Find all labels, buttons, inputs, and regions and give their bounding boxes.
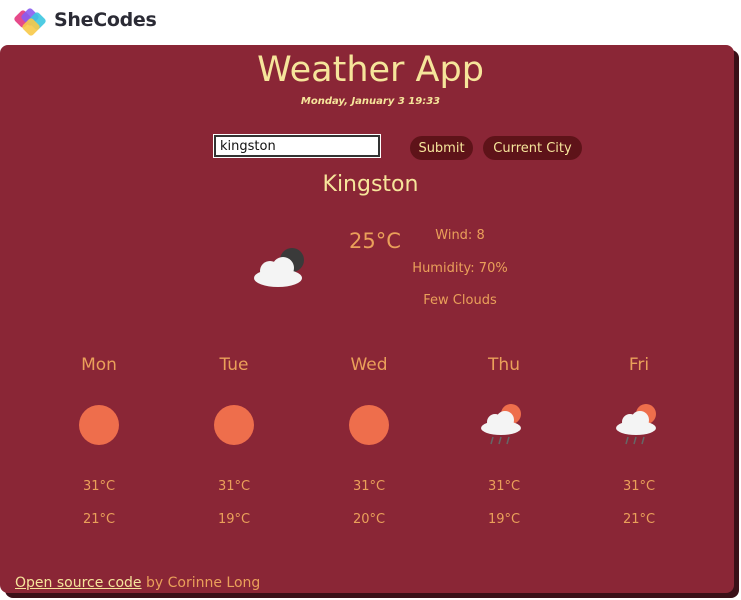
weather-description: Few Clouds bbox=[423, 293, 497, 308]
forecast-max-temp: 31°C bbox=[217, 479, 251, 494]
sun-icon bbox=[349, 405, 389, 445]
wind-speed: Wind: 8 bbox=[435, 228, 485, 243]
sun-icon bbox=[214, 405, 254, 445]
forecast-max-temp: 31°C bbox=[487, 479, 521, 494]
forecast-day: Mon 31°C 21°C bbox=[49, 355, 149, 527]
forecast-day-name: Tue bbox=[219, 355, 249, 375]
shecodes-logo-icon bbox=[14, 8, 46, 36]
forecast-min-temp: 19°C bbox=[217, 512, 251, 527]
current-city-button[interactable]: Current City bbox=[483, 136, 582, 160]
few-clouds-night-icon bbox=[254, 248, 304, 287]
forecast-day: Fri 31°C 21°C bbox=[589, 355, 689, 527]
city-search-input[interactable] bbox=[213, 134, 381, 158]
forecast-min-temp: 19°C bbox=[487, 512, 521, 527]
rain-cloud-sun-icon bbox=[616, 404, 656, 445]
forecast-day: Wed 31°C 20°C bbox=[319, 355, 419, 527]
sun-icon bbox=[79, 405, 119, 445]
forecast-min-temp: 21°C bbox=[622, 512, 656, 527]
submit-button[interactable]: Submit bbox=[410, 136, 473, 160]
forecast-max-temp: 31°C bbox=[352, 479, 386, 494]
forecast-day: Tue 31°C 19°C bbox=[184, 355, 284, 527]
rain-cloud-sun-icon bbox=[481, 404, 521, 445]
app-title: Weather App bbox=[257, 50, 484, 90]
forecast-day-name: Thu bbox=[488, 355, 520, 375]
forecast-min-temp: 20°C bbox=[352, 512, 386, 527]
site-header: SheCodes bbox=[0, 0, 741, 44]
footer-author: by Corinne Long bbox=[141, 575, 261, 591]
open-source-code-link[interactable]: Open source code bbox=[15, 575, 142, 591]
forecast-day-name: Mon bbox=[81, 355, 117, 375]
current-temperature: 25°C bbox=[349, 229, 401, 253]
footer: Open source code by Corinne Long bbox=[15, 575, 260, 591]
brand-name: SheCodes bbox=[54, 9, 157, 31]
forecast-max-temp: 31°C bbox=[82, 479, 116, 494]
forecast-min-temp: 21°C bbox=[82, 512, 116, 527]
forecast-max-temp: 31°C bbox=[622, 479, 656, 494]
current-datetime: Monday, January 3 19:33 bbox=[300, 96, 441, 107]
weather-card bbox=[0, 45, 734, 593]
forecast-day-name: Wed bbox=[350, 355, 388, 375]
forecast-day-name: Fri bbox=[628, 355, 650, 375]
forecast-day: Thu 31°C 19°C bbox=[454, 355, 554, 527]
humidity: Humidity: 70% bbox=[412, 261, 508, 276]
city-name: Kingston bbox=[322, 172, 419, 197]
